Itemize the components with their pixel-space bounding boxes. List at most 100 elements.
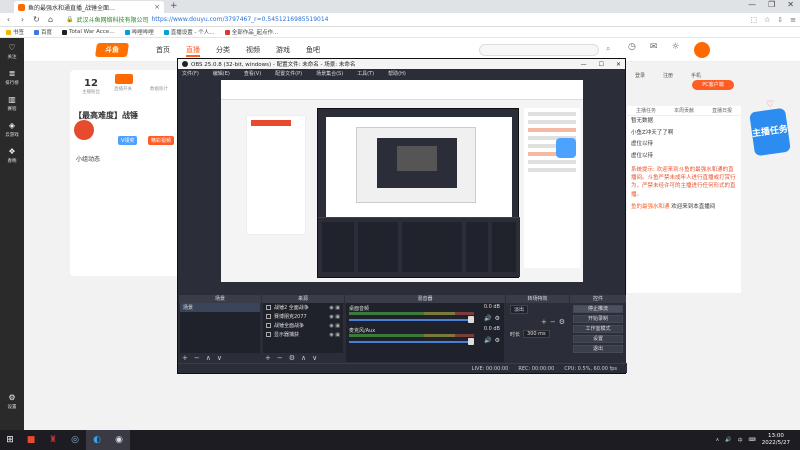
ime-icon[interactable]: 中 — [738, 437, 743, 444]
video-tag[interactable]: 精彩视频 — [148, 136, 175, 145]
bookmark-item[interactable]: 书签 — [6, 28, 24, 36]
sidebar-item-schedule[interactable]: ▥ 赛程 — [0, 90, 24, 116]
eye-icon[interactable]: ◉ ▣ — [329, 305, 340, 311]
menu-edit[interactable]: 编辑(E) — [213, 70, 230, 77]
avatar[interactable] — [694, 42, 710, 58]
star-icon[interactable]: ☆ — [764, 16, 770, 24]
eye-icon[interactable]: ◉ ▣ — [329, 314, 340, 320]
remove-source-button[interactable]: − — [277, 354, 283, 362]
source-item[interactable]: 战锤2 全面战争 ◉ ▣ — [263, 303, 343, 312]
volume-knob[interactable] — [468, 338, 474, 345]
keyboard-icon[interactable]: ⌨ — [749, 437, 756, 443]
bookmark-item[interactable]: Total War Acce… — [62, 29, 115, 35]
menu-tools[interactable]: 工具(T) — [357, 70, 374, 77]
new-tab-button[interactable]: + — [170, 1, 178, 11]
source-item[interactable]: 赛博朋克2077 ◉ ▣ — [263, 312, 343, 321]
browser-app-icon[interactable]: ◐ — [86, 430, 108, 450]
close-window-button[interactable]: ✕ — [787, 0, 794, 9]
exit-button[interactable]: 退出 — [573, 345, 623, 353]
start-recording-button[interactable]: 开始录制 — [573, 315, 623, 323]
bookmark-item[interactable]: 哔哩哔哩 — [124, 28, 154, 36]
source-item[interactable]: 显示器捕获 ◉ ▣ — [263, 330, 343, 339]
back-icon[interactable]: ‹ — [4, 15, 13, 24]
nav-live[interactable]: 直播 — [186, 45, 200, 57]
bookmark-item[interactable]: 百度 — [34, 28, 52, 36]
clock[interactable]: 13:00 2022/5/27 — [762, 433, 790, 447]
speaker-icon[interactable]: 🔊 — [484, 337, 491, 344]
stop-streaming-button[interactable]: 停止推流 — [573, 305, 623, 313]
forward-icon[interactable]: › — [18, 15, 27, 24]
nav-video[interactable]: 视频 — [246, 45, 260, 57]
message-icon[interactable]: ✉ — [650, 42, 658, 52]
bookmark-item[interactable]: 直播设置 - 个人… — [163, 28, 215, 36]
url-field[interactable]: 🔒 武汉斗鱼网络科技有限公司 https://www.douyu.com/379… — [66, 15, 328, 24]
streamer-task-promo[interactable]: 主播任务 — [749, 107, 791, 157]
search-icon[interactable]: ⌕ — [606, 44, 620, 56]
menu-help[interactable]: 帮助(H) — [388, 70, 406, 77]
maximize-button[interactable]: ❐ — [768, 0, 775, 9]
bookmark-item[interactable]: 全部作品_起点作… — [224, 28, 278, 36]
move-up-button[interactable]: ∧ — [301, 354, 306, 362]
eye-icon[interactable]: ◉ ▣ — [329, 332, 340, 338]
remove-scene-button[interactable]: − — [194, 354, 200, 362]
volume-slider[interactable] — [349, 341, 474, 343]
sidebar-item-rank[interactable]: ≣ 排行榜 — [0, 64, 24, 90]
tab-weekly-contrib[interactable]: 本周贡献 — [665, 106, 703, 115]
obs-maximize-button[interactable]: ☐ — [599, 61, 604, 68]
refresh-icon[interactable]: ↻ — [32, 15, 41, 24]
remove-transition-button[interactable]: − — [550, 318, 556, 326]
room-badge[interactable] — [115, 74, 133, 84]
add-scene-button[interactable]: + — [182, 354, 188, 362]
move-up-button[interactable]: ∧ — [206, 354, 211, 362]
sidebar-item-follow[interactable]: ♡ 关注 — [0, 38, 24, 64]
register-link[interactable]: 注册 — [663, 72, 673, 79]
nav-yuba[interactable]: 鱼吧 — [306, 45, 320, 57]
studio-mode-button[interactable]: 工作室模式 — [573, 325, 623, 333]
menu-profile[interactable]: 配置文件(P) — [275, 70, 302, 77]
duration-input[interactable]: 300 ms — [523, 330, 550, 338]
url-text[interactable]: https://www.douyu.com/3797467_r=0.545121… — [152, 16, 329, 23]
tab-streamer-task[interactable]: 主播任务 — [627, 106, 665, 115]
source-settings-icon[interactable]: ⚙ — [289, 354, 295, 362]
menu-file[interactable]: 文件(F) — [182, 70, 199, 77]
browser-tab[interactable]: 鱼的最强水和通直播_战锤全面… × — [14, 1, 164, 13]
extension-icon[interactable]: ⬚ — [750, 16, 757, 24]
bulb-icon[interactable]: ☼ — [671, 42, 679, 52]
transition-select[interactable]: 淡出 — [510, 305, 529, 314]
login-link[interactable]: 登录 — [635, 72, 645, 79]
obs-close-button[interactable]: ✕ — [616, 61, 621, 68]
obs-minimize-button[interactable]: — — [581, 61, 587, 68]
sidebar-item-gala[interactable]: ❖ 春晚 — [0, 142, 24, 168]
home-icon[interactable]: ⌂ — [46, 15, 55, 24]
nav-game[interactable]: 游戏 — [276, 45, 290, 57]
douyu-logo[interactable]: 斗鱼 — [95, 43, 129, 57]
download-icon[interactable]: ⇩ — [777, 16, 783, 24]
move-down-button[interactable]: ∨ — [312, 354, 317, 362]
minimize-button[interactable]: — — [748, 0, 756, 9]
obs-preview[interactable] — [221, 80, 583, 282]
source-item[interactable]: 战锤全面战争 ◉ ▣ — [263, 321, 343, 330]
menu-scene-collection[interactable]: 场景集合(S) — [316, 70, 343, 77]
tab-close-icon[interactable]: × — [154, 3, 160, 11]
tray-expand-icon[interactable]: ∧ — [716, 437, 720, 443]
sidebar-item-cloud-game[interactable]: ◈ 云游戏 — [0, 116, 24, 142]
reward-tag[interactable]: V领奖 — [118, 136, 138, 145]
windows-start-icon[interactable]: ⊞ — [0, 435, 20, 445]
tab-daily-report[interactable]: 直播日报 — [703, 106, 741, 115]
nav-home[interactable]: 首页 — [156, 45, 170, 57]
steam-icon[interactable]: ◎ — [64, 430, 86, 450]
gear-icon[interactable]: ⚙ — [495, 315, 500, 322]
game-app-icon[interactable]: ♜ — [42, 430, 64, 450]
scene-item[interactable]: 场景 — [180, 303, 260, 312]
volume-icon[interactable]: 🔊 — [725, 437, 731, 443]
douyu-app-icon[interactable]: ■ — [20, 430, 42, 450]
gear-icon[interactable]: ⚙ — [495, 337, 500, 344]
history-icon[interactable]: ◷ — [628, 42, 636, 52]
add-transition-button[interactable]: + — [541, 318, 547, 326]
menu-view[interactable]: 查看(V) — [244, 70, 261, 77]
search-input[interactable] — [479, 44, 599, 56]
pc-client-button[interactable]: PC客户端 — [692, 80, 734, 90]
menu-icon[interactable]: ≡ — [790, 16, 796, 24]
transition-settings-icon[interactable]: ⚙ — [559, 318, 565, 326]
speaker-icon[interactable]: 🔊 — [484, 315, 491, 322]
